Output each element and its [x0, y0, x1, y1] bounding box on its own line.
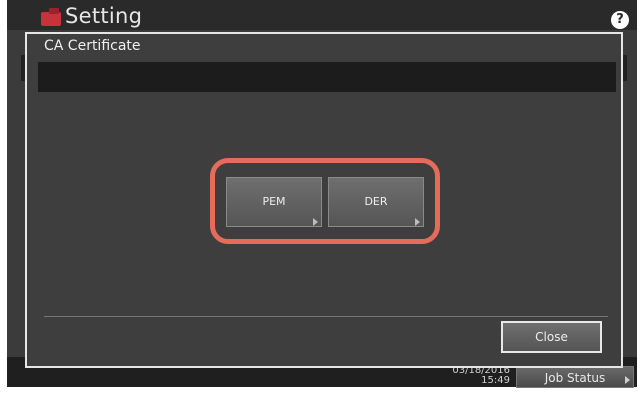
close-label: Close — [535, 330, 568, 344]
job-status-button[interactable]: Job Status — [516, 366, 634, 388]
setting-icon — [41, 8, 61, 26]
pem-label: PEM — [262, 195, 286, 208]
top-bar: Setting ? — [7, 0, 637, 30]
datetime: 03/18/2016 15:49 — [440, 366, 510, 386]
arrow-right-icon — [313, 218, 318, 226]
time-text: 15:49 — [481, 375, 510, 386]
der-button[interactable]: DER — [328, 177, 424, 227]
help-icon[interactable]: ? — [611, 11, 629, 29]
der-label: DER — [364, 195, 388, 208]
arrow-right-icon — [415, 218, 420, 226]
job-status-label: Job Status — [544, 371, 606, 385]
pem-button[interactable]: PEM — [226, 177, 322, 227]
app-title: Setting — [65, 4, 143, 28]
arrow-right-icon — [625, 376, 630, 384]
dialog-title: CA Certificate — [44, 38, 141, 54]
dialog-divider — [44, 316, 608, 317]
close-button[interactable]: Close — [501, 321, 602, 353]
dialog-message-band — [38, 62, 616, 92]
